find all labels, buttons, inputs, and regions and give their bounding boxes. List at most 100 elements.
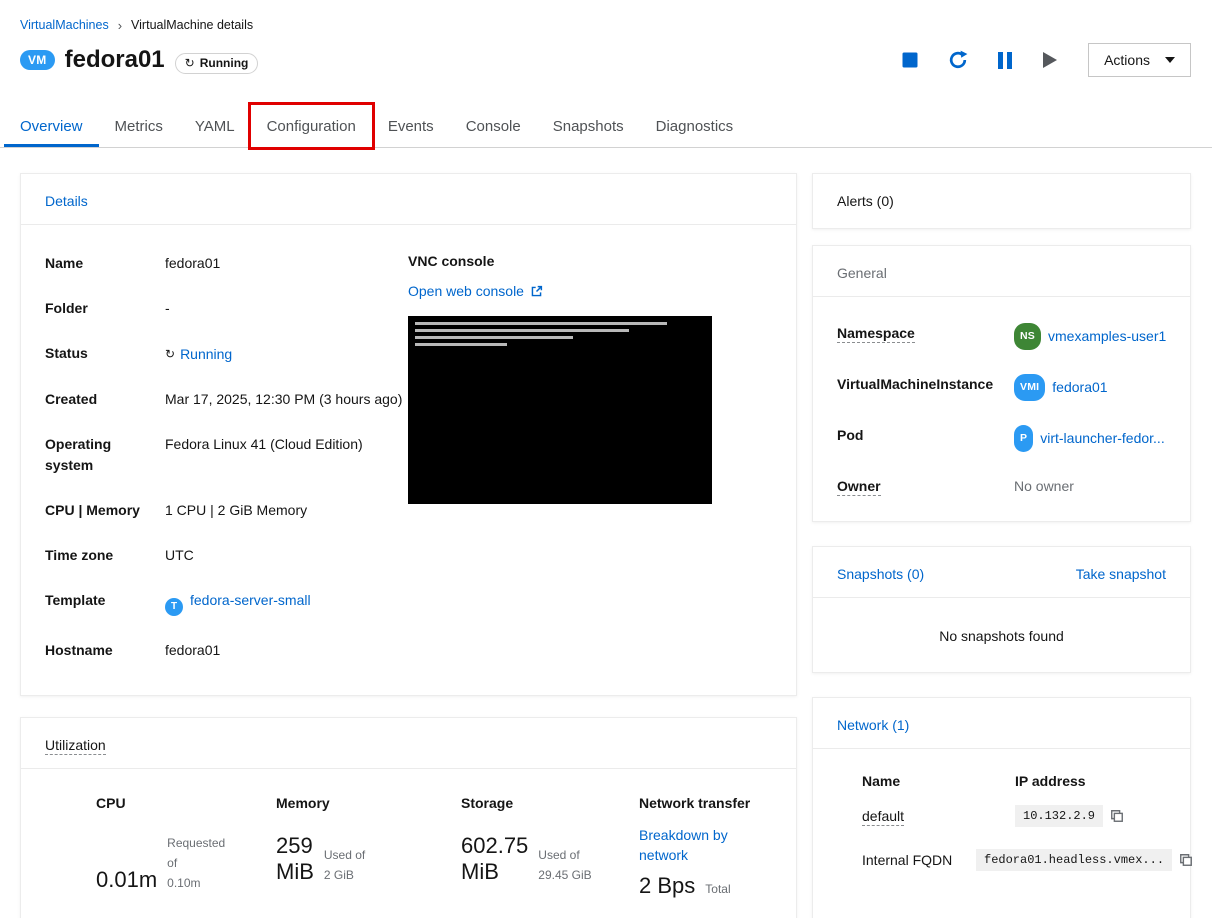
details-label-name: Name <box>45 255 84 271</box>
metric-storage-value: 602.75 <box>461 832 529 858</box>
breadcrumb-current: VirtualMachine details <box>131 18 254 32</box>
console-text-line <box>415 329 629 332</box>
details-label-hostname: Hostname <box>45 641 113 658</box>
metric-network-value: 2 Bps <box>639 872 696 898</box>
vm-status-pill-label: Running <box>199 55 249 70</box>
details-body: Name fedora01 Folder - Status ↻ Running … <box>21 225 796 695</box>
main-column: Details Name fedora01 Folder - Status ↻ … <box>20 173 797 918</box>
page-title: fedora01 <box>64 46 165 73</box>
details-value-name: fedora01 <box>165 255 221 271</box>
copy-ip-button[interactable] <box>1110 809 1124 823</box>
tab-snapshots-label: Snapshots <box>552 117 624 135</box>
details-label-timezone: Time zone <box>45 547 114 563</box>
breakdown-by-network-link[interactable]: Breakdown by network <box>639 825 751 865</box>
copy-fqdn-button[interactable] <box>1179 853 1193 867</box>
vnc-console-title: VNC console <box>408 253 495 269</box>
status-running-link[interactable]: Running <box>180 344 232 365</box>
pause-vm-button[interactable] <box>998 51 1013 69</box>
metric-cpu-value: 0.01m <box>96 866 158 892</box>
details-row-template: Template Tfedora-server-small <box>45 590 408 616</box>
tab-yaml-label: YAML <box>194 117 235 135</box>
metric-storage-title: Storage <box>461 794 514 811</box>
general-card: General Namespace NS vmexamples-user1 Vi… <box>812 245 1191 522</box>
metric-memory-title: Memory <box>276 794 330 811</box>
overview-content: Details Name fedora01 Folder - Status ↻ … <box>0 173 1212 918</box>
vmi-resource-badge: VMI <box>1014 374 1046 401</box>
vmi-link[interactable]: fedora01 <box>1052 377 1107 398</box>
ip-address-chip: 10.132.2.9 <box>1015 805 1104 827</box>
tab-configuration[interactable]: Configuration <box>247 102 375 150</box>
tab-overview[interactable]: Overview <box>4 105 99 147</box>
tab-configuration-label: Configuration <box>266 117 356 135</box>
network-title-link[interactable]: Network (1) <box>837 717 909 733</box>
details-row-hostname: Hostname fedora01 <box>45 640 408 661</box>
open-web-console-link[interactable]: Open web console <box>408 283 524 299</box>
network-col-ip: IP address <box>1015 773 1086 789</box>
vnc-console-thumbnail[interactable] <box>408 316 712 504</box>
pod-link[interactable]: virt-launcher-fedor... <box>1040 428 1165 449</box>
metric-cpu: CPU 0.01m Requested of 0.10m <box>96 795 276 899</box>
details-row-os: Operating system Fedora Linux 41 (Cloud … <box>45 434 408 476</box>
template-link[interactable]: fedora-server-small <box>190 592 311 608</box>
vm-details-page: VirtualMachines › VirtualMachine details… <box>0 0 1212 918</box>
owner-label[interactable]: Owner <box>837 478 881 496</box>
restart-vm-button[interactable] <box>948 50 968 70</box>
tab-metrics-label: Metrics <box>114 117 163 135</box>
tab-events[interactable]: Events <box>372 105 450 147</box>
internal-fqdn-label: Internal FQDN <box>862 852 953 868</box>
tab-console-label: Console <box>465 117 521 135</box>
snapshots-title-link[interactable]: Snapshots (0) <box>837 566 924 582</box>
tab-diagnostics[interactable]: Diagnostics <box>640 105 750 147</box>
metric-cpu-title: CPU <box>96 794 126 811</box>
details-row-cpu-memory: CPU | Memory 1 CPU | 2 GiB Memory <box>45 500 408 521</box>
tab-bar: Overview Metrics YAML Configuration Even… <box>0 102 1212 150</box>
namespace-label[interactable]: Namespace <box>837 325 915 343</box>
general-row-pod: Pod P virt-launcher-fedor... <box>837 425 1166 452</box>
console-text-line <box>415 322 667 325</box>
details-value-hostname: fedora01 <box>165 641 221 658</box>
actions-menu-button[interactable]: Actions <box>1088 43 1191 77</box>
pod-resource-badge: P <box>1014 425 1034 452</box>
details-card-header: Details <box>21 174 796 224</box>
internal-fqdn-chip: fedora01.headless.vmex... <box>976 849 1173 871</box>
details-title-link[interactable]: Details <box>45 193 88 209</box>
tab-diagnostics-label: Diagnostics <box>655 117 734 135</box>
tab-console[interactable]: Console <box>450 105 537 147</box>
page-header: VM fedora01 ↻ Running Actions <box>0 41 1212 79</box>
vm-status-pill[interactable]: ↻ Running <box>174 52 259 74</box>
breadcrumb: VirtualMachines › VirtualMachine details <box>0 0 1212 32</box>
breadcrumb-link-virtualmachines[interactable]: VirtualMachines <box>20 18 109 32</box>
tab-yaml[interactable]: YAML <box>179 105 251 147</box>
caret-down-icon <box>1165 57 1175 63</box>
network-name-link[interactable]: default <box>862 808 905 826</box>
template-resource-badge: T <box>165 597 183 616</box>
details-value-timezone: UTC <box>165 547 194 563</box>
details-label-folder: Folder <box>45 300 88 316</box>
network-table-row: default 10.132.2.9 <box>837 805 1166 827</box>
metric-cpu-sub: Requested <box>167 835 226 850</box>
utilization-title[interactable]: Utilization <box>45 736 106 755</box>
namespace-link[interactable]: vmexamples-user1 <box>1048 326 1166 347</box>
utilization-card: Utilization CPU 0.01m Requested of 0.10m <box>20 716 797 918</box>
side-column: Alerts (0) General Namespace NS vmexampl… <box>812 173 1193 918</box>
details-card: Details Name fedora01 Folder - Status ↻ … <box>20 173 797 696</box>
details-description-list: Name fedora01 Folder - Status ↻ Running … <box>45 253 408 685</box>
snapshots-card: Snapshots (0) Take snapshot No snapshots… <box>812 546 1191 673</box>
details-row-folder: Folder - <box>45 298 408 319</box>
tab-snapshots[interactable]: Snapshots <box>537 105 640 147</box>
alerts-card[interactable]: Alerts (0) <box>812 173 1191 229</box>
metric-storage-sub: Used of <box>538 847 580 862</box>
start-vm-button[interactable] <box>1042 51 1058 69</box>
vnc-console-section: VNC console Open web console <box>408 253 772 685</box>
details-value-cpu-memory: 1 CPU | 2 GiB Memory <box>165 502 308 518</box>
stop-vm-button[interactable] <box>902 52 918 68</box>
take-snapshot-link[interactable]: Take snapshot <box>1076 566 1166 582</box>
breadcrumb-separator-icon: › <box>117 17 123 33</box>
details-row-name: Name fedora01 <box>45 253 408 274</box>
restart-icon <box>949 50 968 69</box>
vm-resource-badge: VM <box>20 50 55 70</box>
tab-metrics[interactable]: Metrics <box>99 105 179 147</box>
alerts-title: Alerts (0) <box>837 193 894 209</box>
details-label-os: Operating system <box>45 436 112 473</box>
details-label-created: Created <box>45 391 98 407</box>
